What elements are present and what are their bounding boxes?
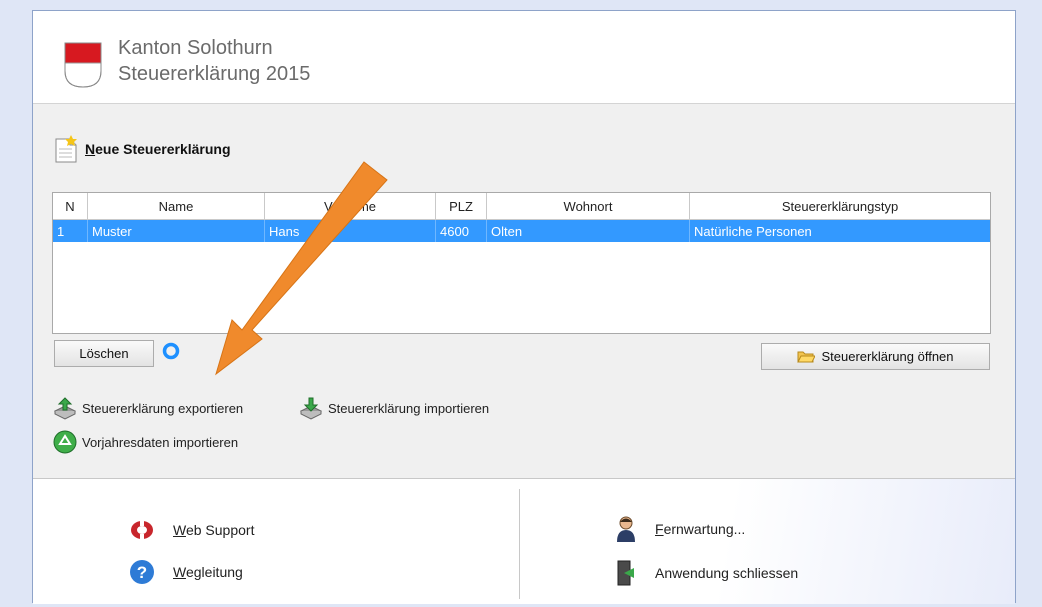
tax-returns-table[interactable]: N Name Vorname PLZ Wohnort Steuererkläru…: [52, 192, 991, 334]
web-support-link[interactable]: Web Support: [129, 519, 254, 541]
column-header-city[interactable]: Wohnort: [486, 193, 690, 220]
lifebuoy-icon: [131, 521, 153, 539]
new-tax-return-label: Neue Steuererklärung: [85, 141, 231, 157]
export-tax-return-label: Steuererklärung exportieren: [82, 400, 244, 416]
export-tax-return-link[interactable]: Steuererklärung exportieren: [53, 396, 243, 420]
remote-maintenance-link[interactable]: Fernwartung...: [615, 515, 745, 543]
cell-n: 1: [53, 219, 88, 242]
cell-zip: 4600: [435, 219, 487, 242]
svg-text:?: ?: [137, 563, 147, 582]
open-tax-return-button[interactable]: Steuererklärung öffnen: [761, 343, 990, 370]
open-tax-return-label: Steuererklärung öffnen: [821, 349, 954, 364]
new-document-icon: [55, 135, 77, 163]
import-tax-return-label: Steuererklärung importieren: [328, 400, 490, 416]
canton-logo: [64, 42, 102, 88]
app-header: Kanton Solothurn Steuererklärung 2015: [33, 11, 1015, 103]
cell-name: Muster: [87, 219, 265, 242]
spinner-icon: [162, 342, 180, 360]
app-title-canton: Kanton Solothurn: [118, 37, 273, 59]
delete-button[interactable]: Löschen: [54, 340, 154, 367]
import-previous-year-link[interactable]: Vorjahresdaten importieren: [53, 430, 238, 454]
column-header-type[interactable]: Steuererklärungstyp: [689, 193, 990, 220]
footer-panel: Web Support ? Wegleitung Fernwartung... …: [33, 478, 1015, 604]
folder-icon: [797, 351, 816, 363]
cell-city: Olten: [486, 219, 690, 242]
table-row[interactable]: 1 Muster Hans 4600 Olten Natürliche Pers…: [53, 219, 990, 242]
web-support-label: Web Support: [173, 522, 255, 538]
app-title-product: Steuererklärung 2015: [118, 63, 311, 85]
table-header-row: N Name Vorname PLZ Wohnort Steuererkläru…: [53, 193, 990, 220]
exit-door-icon: [617, 560, 634, 586]
import-tax-return-link[interactable]: Steuererklärung importieren: [299, 396, 489, 420]
new-tax-return-link[interactable]: Neue Steuererklärung: [53, 134, 231, 164]
remote-maintenance-label: Fernwartung...: [655, 521, 746, 537]
import-previous-year-label: Vorjahresdaten importieren: [82, 434, 239, 450]
app-window: Kanton Solothurn Steuererklärung 2015 Ne…: [32, 10, 1016, 604]
footer-divider: [519, 489, 520, 599]
main-panel: Neue Steuererklärung N Name Vorname PLZ …: [33, 103, 1015, 479]
column-header-n[interactable]: N: [53, 193, 88, 220]
column-header-zip[interactable]: PLZ: [435, 193, 487, 220]
export-icon: [53, 397, 77, 420]
close-application-link[interactable]: Anwendung schliessen: [615, 559, 798, 587]
cell-firstname: Hans: [264, 219, 436, 242]
guide-label: Wegleitung: [173, 564, 243, 580]
person-icon: [617, 516, 635, 542]
import-icon: [299, 397, 323, 420]
column-header-name[interactable]: Name: [87, 193, 265, 220]
column-header-firstname[interactable]: Vorname: [264, 193, 436, 220]
guide-link[interactable]: ? Wegleitung: [129, 559, 243, 585]
help-icon: ?: [130, 560, 154, 584]
close-application-label: Anwendung schliessen: [655, 565, 799, 581]
recycle-icon: [53, 430, 77, 454]
cell-type: Natürliche Personen: [689, 219, 990, 242]
